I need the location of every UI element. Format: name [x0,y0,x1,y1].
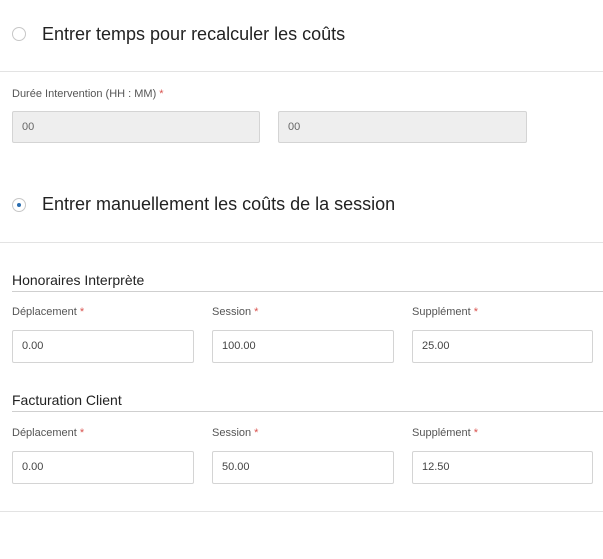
interpreter-travel-label: Déplacement * [12,306,85,318]
duration-label: Durée Intervention (HH : MM) * [12,88,164,100]
interpreter-fees-title: Honoraires Interprète [12,272,145,288]
required-mark: * [473,306,478,318]
interpreter-session-input[interactable]: 100.00 [212,330,394,363]
interpreter-session-label: Session * [212,306,259,318]
required-mark: * [473,427,478,439]
duration-hours-input[interactable]: 00 [12,111,260,143]
interpreter-extra-label: Supplément * [412,306,478,318]
client-travel-label: Déplacement * [12,427,85,439]
required-mark: * [254,306,259,318]
recalc-radio[interactable] [12,27,26,41]
divider [0,242,603,243]
divider [0,71,603,72]
required-mark: * [79,306,85,318]
divider [0,511,603,512]
duration-minutes-input[interactable]: 00 [278,111,527,143]
client-billing-title: Facturation Client [12,392,122,408]
interpreter-extra-input[interactable]: 25.00 [412,330,593,363]
manual-radio-label[interactable]: Entrer manuellement les coûts de la sess… [42,194,395,215]
required-mark: * [159,88,164,100]
client-extra-input[interactable]: 12.50 [412,451,593,484]
manual-radio[interactable] [12,198,26,212]
recalc-radio-label[interactable]: Entrer temps pour recalculer les coûts [42,24,345,45]
required-mark: * [254,427,259,439]
client-extra-label: Supplément * [412,427,478,439]
section-divider [12,291,603,292]
client-travel-input[interactable]: 0.00 [12,451,194,484]
client-session-input[interactable]: 50.00 [212,451,394,484]
client-session-label: Session * [212,427,259,439]
required-mark: * [79,427,85,439]
interpreter-travel-input[interactable]: 0.00 [12,330,194,363]
section-divider [12,411,603,412]
